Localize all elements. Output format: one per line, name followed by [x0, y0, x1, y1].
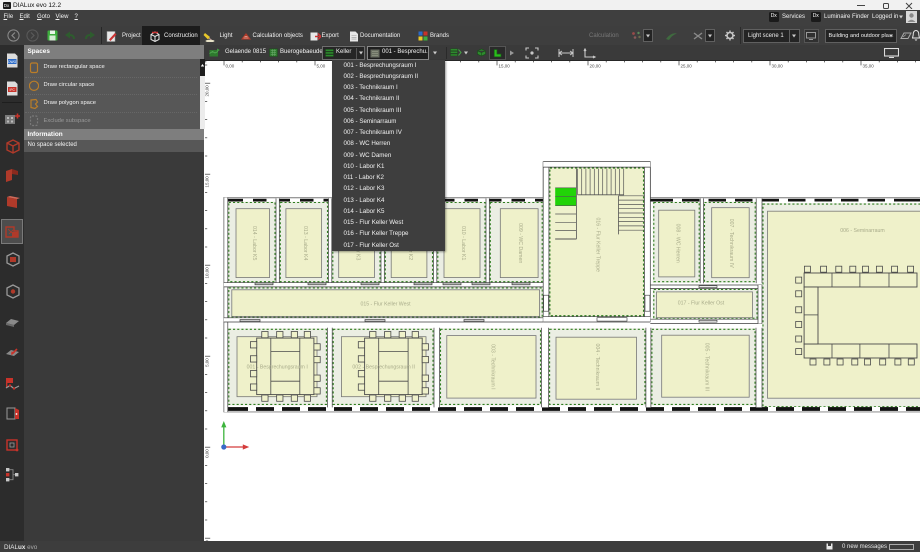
svg-text:009 - WC Damen: 009 - WC Damen — [517, 223, 523, 263]
svg-text:017 - Flur Keller Ost: 017 - Flur Keller Ost — [678, 300, 725, 306]
svg-text:008 - WC Herren: 008 - WC Herren — [675, 223, 681, 262]
svg-text:006 - Seminarraum: 006 - Seminarraum — [840, 228, 884, 234]
svg-text:0,00: 0,00 — [226, 63, 235, 68]
svg-text:35,00: 35,00 — [862, 63, 874, 68]
svg-text:10,00: 10,00 — [205, 266, 210, 278]
svg-text:20,00: 20,00 — [205, 85, 210, 97]
svg-text:007 - Technikraum IV: 007 - Technikraum IV — [728, 219, 734, 268]
svg-text:014 - Labor K5: 014 - Labor K5 — [251, 226, 257, 260]
svg-text:016 - Flur Keller Treppe: 016 - Flur Keller Treppe — [594, 217, 600, 272]
svg-text:005 - Technikraum III: 005 - Technikraum III — [703, 343, 709, 391]
svg-text:002 - Besprechungsraum II: 002 - Besprechungsraum II — [352, 364, 415, 370]
svg-text:15,00: 15,00 — [205, 176, 210, 188]
svg-text:015 - Flur Keller West: 015 - Flur Keller West — [360, 301, 411, 307]
svg-text:5,00: 5,00 — [205, 357, 210, 366]
svg-text:25,00: 25,00 — [680, 63, 692, 68]
svg-text:20,00: 20,00 — [589, 63, 601, 68]
svg-text:003 - Technikraum I: 003 - Technikraum I — [489, 344, 495, 389]
svg-text:30,00: 30,00 — [771, 63, 783, 68]
svg-text:001 - Besprechungsraum I: 001 - Besprechungsraum I — [247, 364, 308, 370]
svg-text:0,00: 0,00 — [205, 448, 210, 457]
svg-text:15,00: 15,00 — [499, 63, 511, 68]
svg-text:013 - Labor K4: 013 - Labor K4 — [302, 226, 308, 260]
svg-text:010 - Labor K1: 010 - Labor K1 — [460, 226, 466, 260]
svg-text:DWG: DWG — [8, 59, 16, 63]
svg-text:5,00: 5,00 — [317, 63, 326, 68]
svg-text:IFC: IFC — [9, 87, 15, 91]
svg-text:004 - Technikraum II: 004 - Technikraum II — [594, 343, 600, 390]
